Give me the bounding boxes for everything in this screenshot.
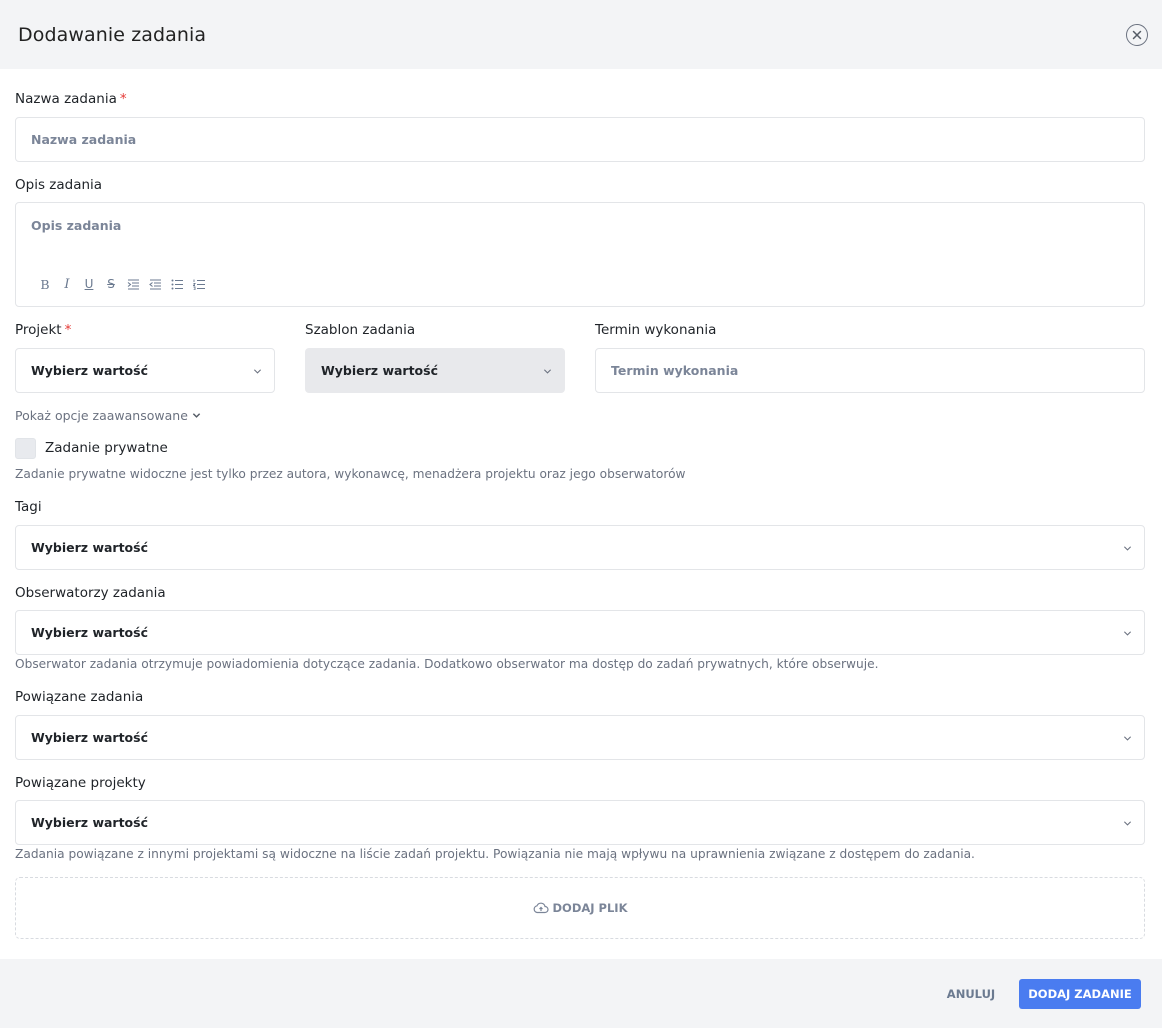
private-task-checkbox[interactable] xyxy=(15,438,36,459)
description-placeholder: Opis zadania xyxy=(31,218,122,233)
cancel-button[interactable]: ANULUJ xyxy=(940,979,1002,1009)
project-label: Projekt * xyxy=(15,322,71,338)
bulleted-list-icon[interactable] xyxy=(169,276,185,292)
description-editor[interactable]: Opis zadania B I U S xyxy=(15,202,1145,307)
chevron-down-icon xyxy=(1123,820,1132,826)
private-task-helper: Zadanie prywatne widoczne jest tylko prz… xyxy=(15,467,686,481)
bold-glyph: B xyxy=(40,276,50,292)
related-tasks-select-value: Wybierz wartość xyxy=(31,730,148,745)
private-task-label: Zadanie prywatne xyxy=(45,440,168,456)
strikethrough-icon[interactable]: S xyxy=(103,276,119,292)
dialog-header: Dodawanie zadania xyxy=(0,0,1162,69)
chevron-down-icon xyxy=(543,368,552,374)
advanced-options-toggle[interactable]: Pokaż opcje zaawansowane xyxy=(15,408,201,423)
indent-icon[interactable] xyxy=(125,276,141,292)
chevron-down-icon xyxy=(1123,545,1132,551)
related-tasks-label: Powiązane zadania xyxy=(15,689,144,705)
advanced-options-label: Pokaż opcje zaawansowane xyxy=(15,408,188,423)
template-select-value: Wybierz wartość xyxy=(321,363,438,378)
tags-label: Tagi xyxy=(15,499,42,515)
italic-icon[interactable]: I xyxy=(59,276,75,292)
observers-select[interactable]: Wybierz wartość xyxy=(15,610,1145,655)
related-projects-helper: Zadania powiązane z innymi projektami są… xyxy=(15,847,975,861)
file-upload-dropzone[interactable]: DODAJ PLIK xyxy=(15,877,1145,939)
template-select[interactable]: Wybierz wartość xyxy=(305,348,565,393)
task-name-input[interactable]: Nazwa zadania xyxy=(15,117,1145,162)
observers-label: Obserwatorzy zadania xyxy=(15,585,166,601)
required-marker: * xyxy=(64,322,72,338)
related-projects-label: Powiązane projekty xyxy=(15,775,146,791)
dialog-footer: ANULUJ DODAJ ZADANIE xyxy=(0,959,1162,1028)
due-date-input[interactable]: Termin wykonania xyxy=(595,348,1145,393)
bold-icon[interactable]: B xyxy=(37,276,53,292)
observers-select-value: Wybierz wartość xyxy=(31,625,148,640)
related-projects-select-value: Wybierz wartość xyxy=(31,815,148,830)
tags-select-value: Wybierz wartość xyxy=(31,540,148,555)
related-projects-select[interactable]: Wybierz wartość xyxy=(15,800,1145,845)
task-name-label: Nazwa zadania * xyxy=(15,91,127,107)
numbers-svg xyxy=(192,279,205,290)
tags-select[interactable]: Wybierz wartość xyxy=(15,525,1145,570)
bullets-svg xyxy=(171,279,183,289)
numbered-list-icon[interactable] xyxy=(191,276,207,292)
task-name-placeholder: Nazwa zadania xyxy=(31,132,137,147)
description-label: Opis zadania xyxy=(15,177,103,193)
strike-glyph: S xyxy=(107,277,115,291)
observers-helper: Obserwator zadania otrzymuje powiadomien… xyxy=(15,657,879,671)
close-button[interactable] xyxy=(1126,23,1148,46)
project-select-value: Wybierz wartość xyxy=(31,363,148,378)
underline-icon[interactable]: U xyxy=(81,276,97,292)
outdent-icon[interactable] xyxy=(147,276,163,292)
due-date-placeholder: Termin wykonania xyxy=(611,363,739,378)
dialog-title: Dodawanie zadania xyxy=(18,23,207,46)
editor-toolbar: B I U S xyxy=(37,276,207,292)
chevron-down-icon xyxy=(1123,735,1132,741)
indent-svg xyxy=(127,278,139,290)
required-marker: * xyxy=(119,91,127,107)
template-label: Szablon zadania xyxy=(305,322,416,338)
close-icon xyxy=(1132,30,1142,39)
project-label-text: Projekt xyxy=(15,322,62,338)
underline-glyph: U xyxy=(84,277,94,291)
chevron-down-icon xyxy=(253,368,262,374)
cloud-upload-icon xyxy=(533,902,549,914)
chevron-down-icon xyxy=(1123,630,1132,636)
outdent-svg xyxy=(148,278,161,290)
due-date-label: Termin wykonania xyxy=(595,322,717,338)
related-tasks-select[interactable]: Wybierz wartość xyxy=(15,715,1145,760)
chevron-down-icon xyxy=(192,413,201,418)
italic-glyph: I xyxy=(64,276,70,292)
task-name-label-text: Nazwa zadania xyxy=(15,91,117,107)
add-task-button[interactable]: DODAJ ZADANIE xyxy=(1019,979,1141,1009)
file-upload-label: DODAJ PLIK xyxy=(552,901,628,915)
project-select[interactable]: Wybierz wartość xyxy=(15,348,275,393)
